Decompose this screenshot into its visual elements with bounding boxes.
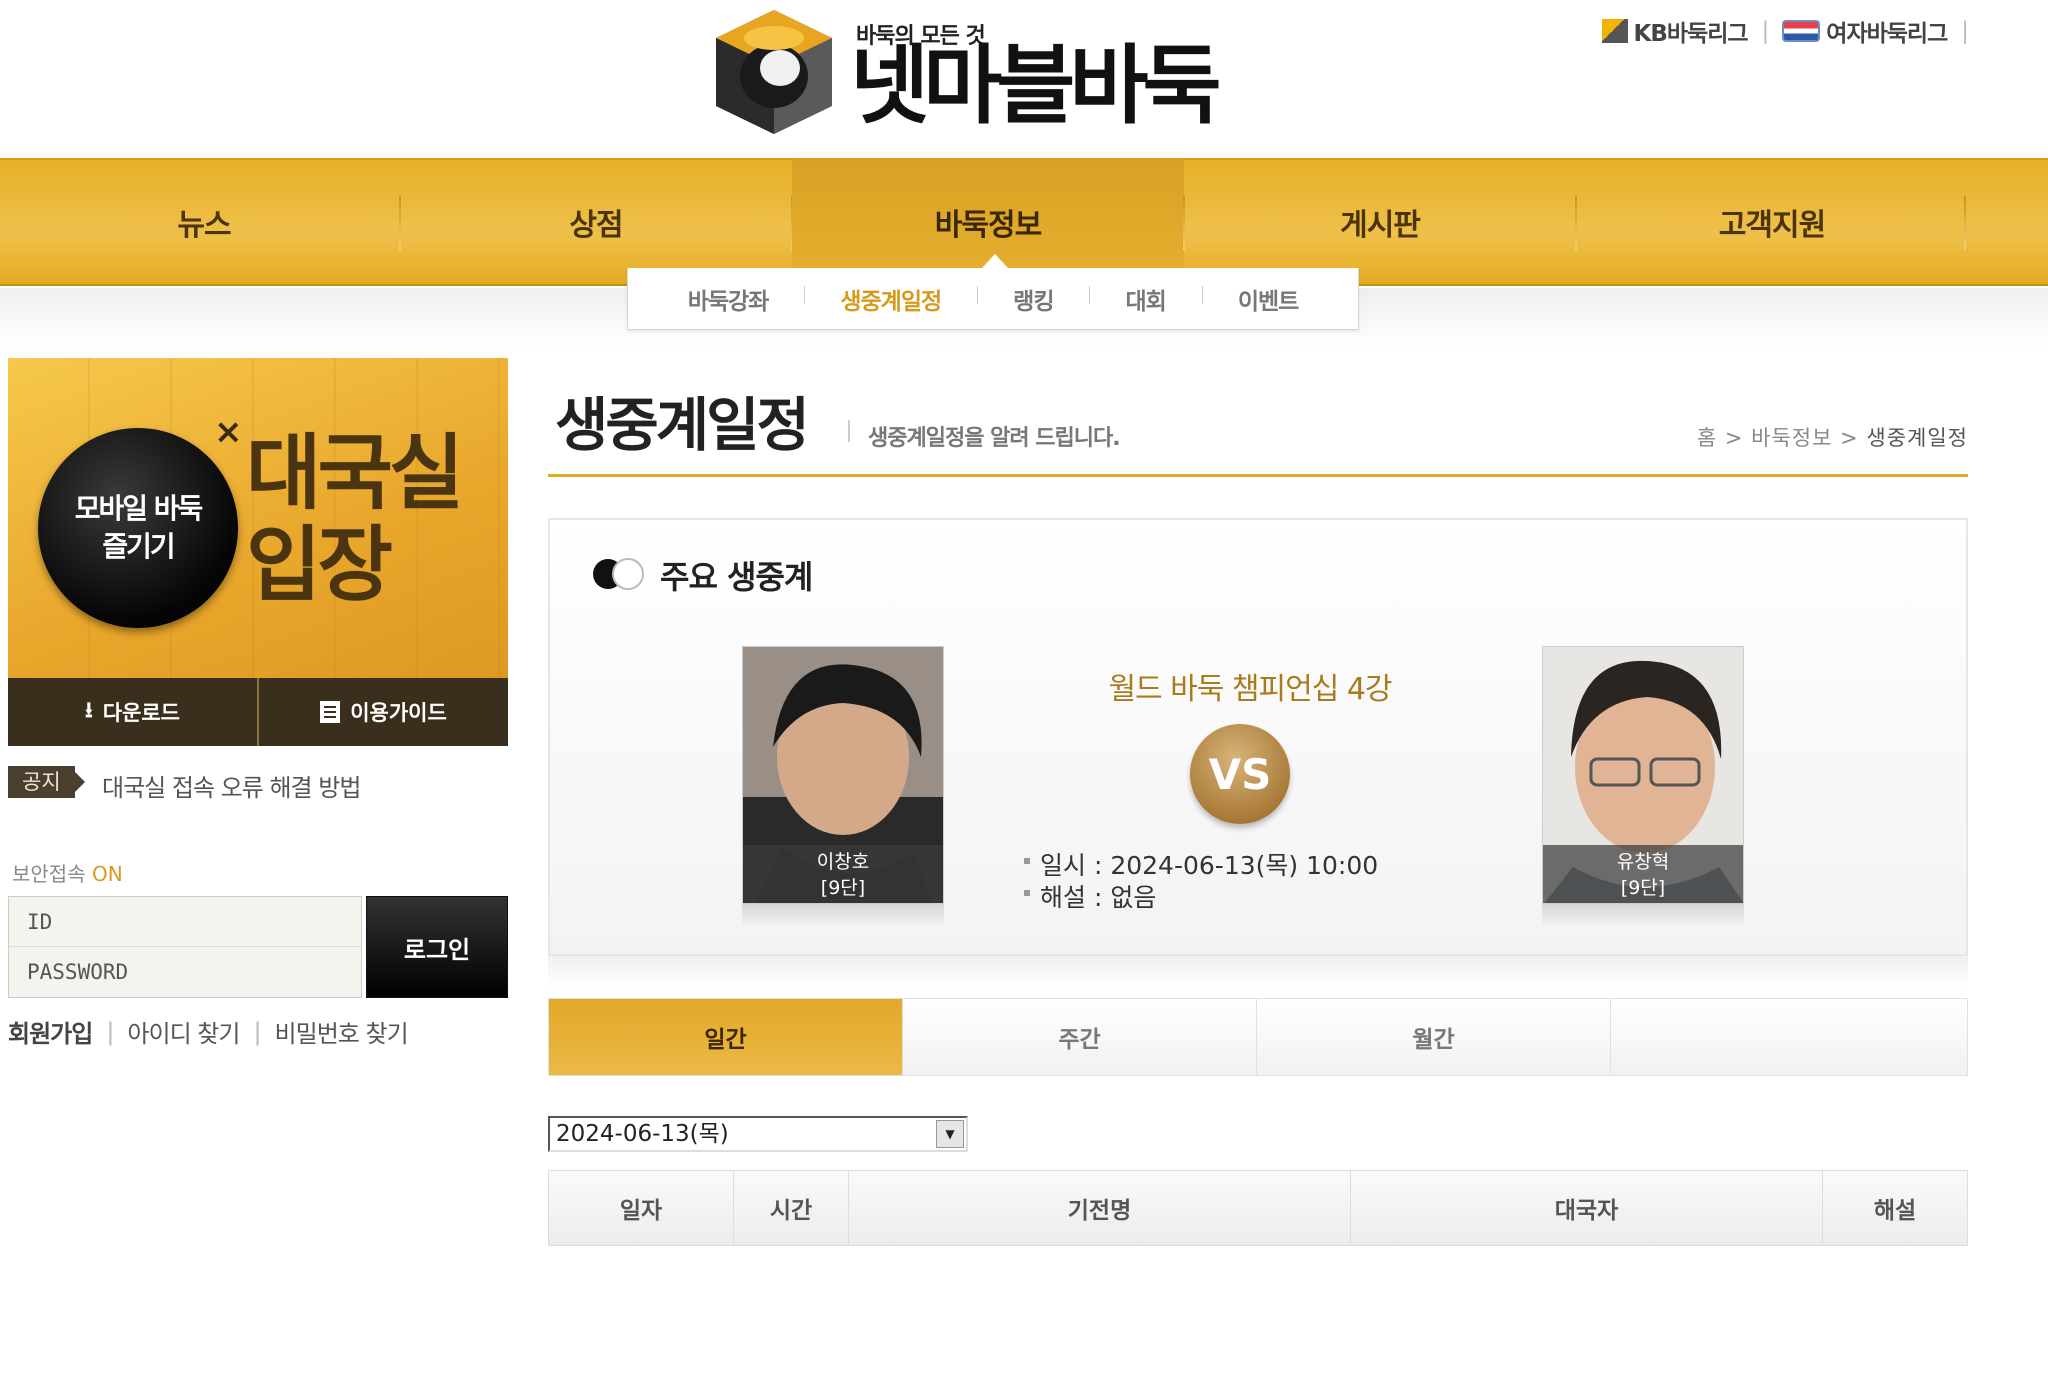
date-select-value: 2024-06-13(목) xyxy=(556,1121,729,1147)
women-league-link[interactable]: 여자바둑리그 xyxy=(1782,14,1948,48)
subnav-arrow xyxy=(982,254,1008,268)
id-field[interactable]: ID xyxy=(9,897,361,947)
player-2-label: 유창혁 [9단] xyxy=(1543,845,1743,903)
notice-link[interactable]: 대국실 접속 오류 해결 방법 xyxy=(102,768,361,803)
secure-label: 보안접속 xyxy=(12,862,86,886)
column-header-date: 일자 xyxy=(549,1171,734,1245)
page-title: 생중계일정 xyxy=(555,391,810,459)
logo-icon[interactable] xyxy=(716,10,832,134)
download-label: 다운로드 xyxy=(102,701,180,725)
download-button[interactable]: ⭳ 다운로드 xyxy=(8,678,257,746)
tab-weekly[interactable]: 주간 xyxy=(903,999,1257,1075)
game-room-banner[interactable]: 모바일 바둑 즐기기 × 대국실 입장 xyxy=(8,358,508,678)
date-select[interactable]: 2024-06-13(목) ▼ xyxy=(548,1116,968,1152)
breadcrumb-baduk-info[interactable]: 바둑정보 xyxy=(1751,426,1832,450)
datetime-label: 일시 xyxy=(1040,851,1087,880)
player-1-rank: [9단] xyxy=(820,877,866,899)
photo-shadow xyxy=(742,904,944,928)
notice-badge: 공지 xyxy=(8,766,85,798)
banner-title-line-2: 입장 xyxy=(246,518,393,613)
download-icon: ⭳ xyxy=(85,698,93,723)
breadcrumb: 홈 > 바둑정보 > 생중계일정 xyxy=(1697,422,1968,452)
kb-league-icon xyxy=(1601,19,1628,43)
nav-item-support[interactable]: 고객지원 xyxy=(1576,158,1968,286)
commentary-value: 없음 xyxy=(1110,883,1157,912)
find-password-link[interactable]: 비밀번호 찾기 xyxy=(261,1014,422,1049)
find-id-link[interactable]: 아이디 찾기 xyxy=(113,1014,253,1049)
column-header-tournament: 기전명 xyxy=(849,1171,1351,1245)
member-links: 회원가입 | 아이디 찾기 | 비밀번호 찾기 xyxy=(8,1014,422,1049)
logo-text[interactable]: 넷마블바둑 xyxy=(850,38,1222,134)
column-header-time: 시간 xyxy=(734,1171,849,1245)
guide-button[interactable]: 이용가이드 xyxy=(257,678,508,746)
divider: | xyxy=(106,1017,114,1046)
column-header-players: 대국자 xyxy=(1351,1171,1823,1245)
password-field[interactable]: PASSWORD xyxy=(9,947,361,997)
divider: | xyxy=(253,1017,261,1046)
guide-label: 이용가이드 xyxy=(350,701,447,725)
subnav-item-tournament[interactable]: 대회 xyxy=(1089,282,1201,316)
player-2-name: 유창혁 xyxy=(1616,851,1670,873)
nav-divider xyxy=(1964,196,1966,250)
badge-line-1: 모바일 바둑 xyxy=(74,492,204,525)
breadcrumb-home[interactable]: 홈 xyxy=(1697,426,1717,450)
player-2-photo[interactable]: 유창혁 [9단] xyxy=(1542,646,1744,904)
player-1-label: 이창호 [9단] xyxy=(743,845,943,903)
login-form: ID PASSWORD xyxy=(8,896,362,998)
signup-link[interactable]: 회원가입 xyxy=(8,1014,106,1049)
women-league-label: 여자바둑리그 xyxy=(1826,21,1948,47)
banner-title: 대국실 입장 xyxy=(246,426,464,613)
title-underline xyxy=(548,474,1968,477)
period-tabs: 일간 주간 월간 xyxy=(548,998,1968,1076)
nav-item-shop[interactable]: 상점 xyxy=(400,158,792,286)
mobile-baduk-badge: 모바일 바둑 즐기기 xyxy=(38,428,238,628)
datetime-value: 2024-06-13(목) 10:00 xyxy=(1110,851,1379,880)
subnav-item-event[interactable]: 이벤트 xyxy=(1201,282,1334,316)
breadcrumb-separator: > xyxy=(1840,426,1867,450)
document-icon xyxy=(320,701,341,723)
kb-league-link[interactable]: KB바둑리그 xyxy=(1601,14,1749,48)
banner-actions: ⭳ 다운로드 이용가이드 xyxy=(8,678,508,746)
subnav-item-live-schedule[interactable]: 생중계일정 xyxy=(804,282,977,316)
sub-nav: 바둑강좌 생중계일정 랭킹 대회 이벤트 xyxy=(627,268,1359,330)
column-header-commentary: 해설 xyxy=(1873,1198,1917,1224)
tab-daily[interactable]: 일간 xyxy=(549,999,903,1075)
player-1-photo[interactable]: 이창호 [9단] xyxy=(742,646,944,904)
tab-monthly[interactable]: 월간 xyxy=(1257,999,1611,1075)
title-divider xyxy=(848,420,850,442)
page-description: 생중계일정을 알려 드립니다. xyxy=(868,426,1121,451)
panel-shadow xyxy=(548,956,1968,990)
match-commentary: 해설 : 없음 xyxy=(1023,878,1157,914)
breadcrumb-current: 생중계일정 xyxy=(1866,426,1968,450)
photo-shadow xyxy=(1542,904,1744,928)
subnav-item-lessons[interactable]: 바둑강좌 xyxy=(652,282,805,316)
tab-filler xyxy=(1611,999,1967,1075)
commentary-label: 해설 xyxy=(1040,883,1087,912)
login-button[interactable]: 로그인 xyxy=(366,896,508,998)
match-title[interactable]: 월드 바둑 챔피언십 4강 xyxy=(1000,664,1500,708)
kb-league-label: KB바둑리그 xyxy=(1633,21,1749,47)
divider: | xyxy=(1761,18,1770,44)
breadcrumb-separator: > xyxy=(1724,426,1752,450)
player-1-name: 이창호 xyxy=(816,851,870,873)
secure-login-toggle[interactable]: 보안접속 ON xyxy=(12,858,123,887)
close-icon: × xyxy=(214,412,243,452)
secure-state: ON xyxy=(91,862,123,886)
vs-badge: VS xyxy=(1190,724,1290,824)
badge-line-2: 즐기기 xyxy=(102,530,175,563)
go-stones-icon xyxy=(590,556,650,592)
top-links: KB바둑리그 | 여자바둑리그 | xyxy=(1601,14,1969,48)
player-2-rank: [9단] xyxy=(1620,877,1666,899)
featured-heading: 주요 생중계 xyxy=(660,558,813,596)
banner-title-line-1: 대국실 xyxy=(246,426,464,521)
match-datetime: 일시 : 2024-06-13(목) 10:00 xyxy=(1023,846,1379,882)
women-league-icon xyxy=(1782,20,1821,42)
nav-item-board[interactable]: 게시판 xyxy=(1184,158,1576,286)
schedule-table-header: 일자 시간 기전명 대국자 해설 xyxy=(548,1170,1968,1246)
divider: | xyxy=(1961,18,1969,44)
chevron-down-icon[interactable]: ▼ xyxy=(936,1120,964,1148)
subnav-item-ranking[interactable]: 랭킹 xyxy=(977,282,1089,316)
nav-item-news[interactable]: 뉴스 xyxy=(8,158,400,286)
